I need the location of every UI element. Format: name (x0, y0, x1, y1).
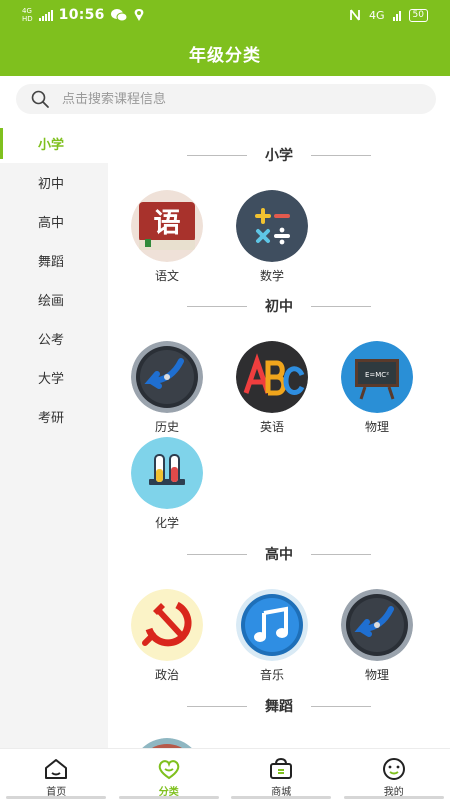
chinese-book-icon: 语 (131, 190, 203, 262)
sidebar-item-dance[interactable]: 舞蹈 (0, 241, 108, 280)
abc-icon (236, 341, 308, 413)
blackboard-icon: E=MC² (341, 341, 413, 413)
course-item[interactable]: 音乐 (227, 589, 317, 683)
icon-glyph: 语 (154, 208, 181, 239)
divider (311, 154, 371, 156)
course-item[interactable]: 英语 (227, 341, 317, 435)
grade-sidebar: 小学 初中 高中 舞蹈 绘画 公考 大学 考研 (0, 124, 108, 748)
shopping-bag-icon (270, 757, 293, 779)
divider (187, 154, 247, 156)
divider (187, 553, 247, 555)
tab-mall[interactable]: 商城 (225, 749, 338, 800)
network-sub: HD (22, 15, 33, 23)
sidebar-item-label: 舞蹈 (38, 255, 65, 270)
divider (187, 305, 247, 307)
page-header: 年级分类 (0, 30, 450, 76)
battery-icon: 50 (408, 8, 428, 22)
course-item[interactable]: 物理 (332, 589, 422, 683)
section-title: 小学 (265, 148, 293, 164)
course-item[interactable]: 数学 (227, 190, 317, 284)
signal-icon-2 (392, 9, 401, 21)
right-network-type: 4G (369, 8, 385, 22)
sidebar-item-junior-high[interactable]: 初中 (0, 163, 108, 202)
sidebar-item-label: 小学 (38, 138, 65, 153)
course-item[interactable]: 政治 (122, 589, 212, 683)
sidebar-item-civil-exam[interactable]: 公考 (0, 319, 108, 358)
section-header-primary: 小学 (108, 145, 450, 165)
bottom-tab-bar: 首页 分类 商城 我的 (0, 748, 450, 800)
course-name: 语文 (154, 269, 179, 283)
course-name: 数学 (259, 269, 284, 283)
hammer-sickle-icon (131, 589, 203, 661)
course-item[interactable]: 化学 (122, 437, 212, 531)
heart-icon (158, 760, 180, 780)
status-right: 4G 50 (349, 8, 428, 22)
gesture-bar (0, 796, 450, 800)
sidebar-item-label: 公考 (38, 333, 65, 348)
smiley-icon (382, 758, 405, 780)
sidebar-item-postgrad[interactable]: 考研 (0, 397, 108, 436)
sidebar-item-senior-high[interactable]: 高中 (0, 202, 108, 241)
dance-icon (142, 738, 192, 748)
math-symbols-icon (236, 190, 308, 262)
divider (187, 705, 247, 707)
nfc-icon (350, 9, 360, 21)
search-input[interactable] (62, 91, 362, 107)
divider (311, 705, 371, 707)
section-title: 高中 (265, 547, 293, 563)
search-icon (30, 89, 50, 109)
status-bar: 4G HD 10:56 4G 50 (0, 0, 450, 30)
course-name: 物理 (364, 420, 389, 434)
sidebar-item-primary[interactable]: 小学 (0, 124, 108, 163)
section-header-senior-high: 高中 (108, 544, 450, 564)
sidebar-item-painting[interactable]: 绘画 (0, 280, 108, 319)
sidebar-item-label: 初中 (38, 177, 65, 192)
icon-glyph: E=MC² (365, 371, 389, 379)
sidebar-item-label: 绘画 (38, 294, 65, 309)
course-item[interactable]: E=MC² 物理 (332, 341, 422, 435)
signal-icon (38, 9, 53, 21)
tab-category[interactable]: 分类 (113, 749, 226, 800)
course-content: 小学 语 语文 数学 初中 历史 英语 E=MC² 物理 化学 高中 政治 音乐… (108, 124, 450, 748)
course-item[interactable]: 历史 (122, 341, 212, 435)
course-name: 物理 (364, 668, 389, 682)
sidebar-item-university[interactable]: 大学 (0, 358, 108, 397)
course-item[interactable]: 语 语文 (122, 190, 212, 284)
status-left: 4G HD 10:56 (22, 7, 145, 23)
divider (311, 553, 371, 555)
home-icon (45, 759, 68, 779)
test-tubes-icon (131, 437, 203, 509)
section-header-dance: 舞蹈 (108, 696, 450, 716)
section-title: 舞蹈 (265, 699, 293, 715)
search-bar (0, 76, 450, 122)
sidebar-item-label: 高中 (38, 216, 65, 231)
page-title: 年级分类 (189, 45, 261, 66)
section-title: 初中 (265, 299, 293, 315)
course-name: 化学 (154, 516, 179, 530)
clock-history-icon (341, 589, 413, 661)
location-icon (134, 9, 144, 21)
wechat-icon (110, 9, 127, 22)
course-name: 音乐 (259, 668, 284, 682)
course-name: 英语 (259, 420, 284, 434)
section-header-junior-high: 初中 (108, 296, 450, 316)
tab-mine[interactable]: 我的 (338, 749, 450, 800)
network-type: 4G (22, 7, 32, 15)
music-note-icon (236, 589, 308, 661)
clock-history-icon (131, 341, 203, 413)
course-name: 历史 (154, 420, 179, 434)
course-item[interactable] (122, 738, 212, 748)
network-indicator: 4G HD (22, 7, 33, 23)
search-box[interactable] (16, 84, 436, 114)
clock: 10:56 (58, 7, 105, 23)
sidebar-item-label: 大学 (38, 372, 65, 387)
divider (311, 305, 371, 307)
course-name: 政治 (154, 668, 179, 682)
tab-home[interactable]: 首页 (0, 749, 113, 800)
sidebar-item-label: 考研 (38, 411, 65, 426)
